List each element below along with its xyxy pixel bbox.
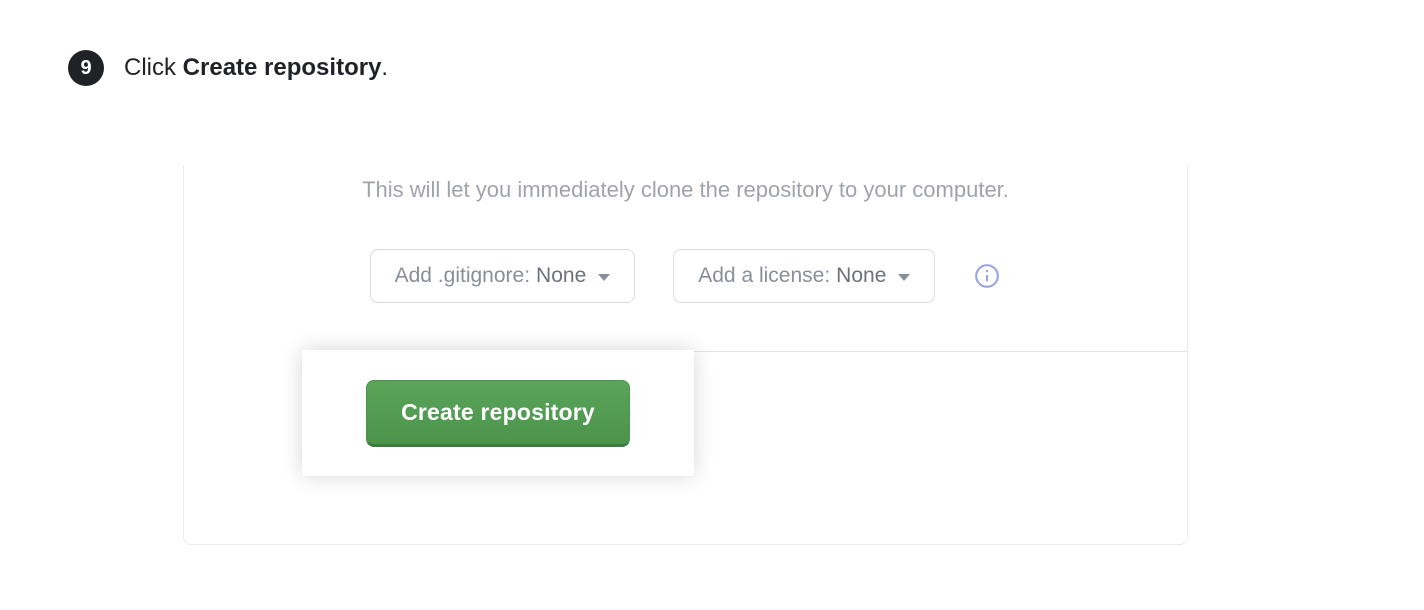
step-suffix: .: [381, 54, 388, 81]
create-button-label: Create repository: [401, 399, 595, 425]
license-dropdown[interactable]: Add a license: None: [673, 249, 935, 303]
license-value: None: [836, 264, 886, 288]
gitignore-label: Add .gitignore:: [395, 264, 530, 288]
dropdown-row: Add .gitignore: None Add a license: None: [184, 249, 1187, 303]
step-header: 9 Click Create repository.: [68, 50, 388, 86]
step-prefix: Click: [124, 54, 183, 81]
step-instruction: Click Create repository.: [124, 52, 388, 83]
step-bold: Create repository: [183, 54, 382, 81]
chevron-down-icon: [598, 274, 610, 281]
create-repository-button[interactable]: Create repository: [366, 380, 630, 447]
step-number-badge: 9: [68, 50, 104, 86]
info-icon[interactable]: [973, 262, 1001, 290]
screenshot-panel: This will let you immediately clone the …: [183, 165, 1188, 545]
gitignore-dropdown[interactable]: Add .gitignore: None: [370, 249, 636, 303]
step-number: 9: [80, 57, 91, 80]
panel-description: This will let you immediately clone the …: [184, 177, 1187, 203]
highlight-box: Create repository: [302, 350, 694, 476]
license-label: Add a license:: [698, 264, 830, 288]
chevron-down-icon: [898, 274, 910, 281]
gitignore-value: None: [536, 264, 586, 288]
